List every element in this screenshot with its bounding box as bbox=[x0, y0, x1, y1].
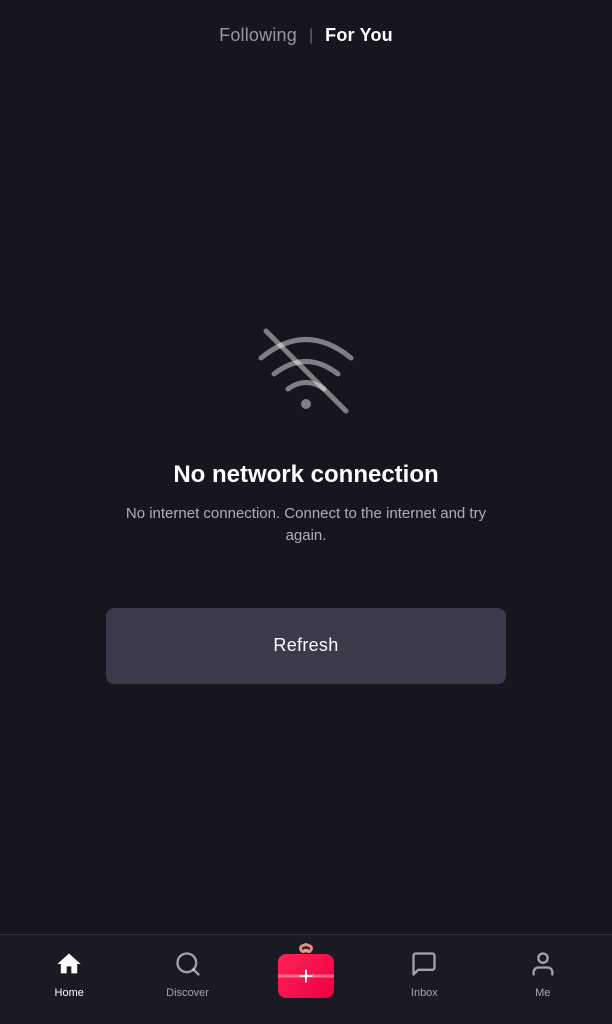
no-wifi-icon bbox=[246, 316, 366, 421]
error-title: No network connection bbox=[173, 461, 438, 489]
me-icon bbox=[529, 950, 557, 983]
nav-item-inbox[interactable]: Inbox bbox=[394, 950, 454, 999]
nav-label-home: Home bbox=[55, 987, 84, 999]
nav-item-plus[interactable] bbox=[276, 948, 336, 1002]
nav-label-inbox: Inbox bbox=[411, 987, 438, 999]
nav-label-me: Me bbox=[535, 987, 550, 999]
top-navigation: Following | For You bbox=[0, 0, 612, 65]
error-subtitle: No internet connection. Connect to the i… bbox=[116, 503, 496, 548]
nav-item-discover[interactable]: Discover bbox=[158, 950, 218, 999]
main-content: No network connection No internet connec… bbox=[0, 65, 612, 934]
inbox-icon bbox=[410, 950, 438, 983]
nav-item-home[interactable]: Home bbox=[39, 950, 99, 999]
bottom-navigation: Home Discover bbox=[0, 934, 612, 1024]
home-icon bbox=[55, 950, 83, 983]
nav-label-discover: Discover bbox=[166, 987, 209, 999]
tab-following[interactable]: Following bbox=[219, 25, 297, 46]
tab-for-you[interactable]: For You bbox=[325, 25, 393, 46]
discover-icon bbox=[174, 950, 202, 983]
refresh-button[interactable]: Refresh bbox=[106, 608, 506, 684]
nav-item-me[interactable]: Me bbox=[513, 950, 573, 999]
nav-divider: | bbox=[309, 27, 313, 45]
